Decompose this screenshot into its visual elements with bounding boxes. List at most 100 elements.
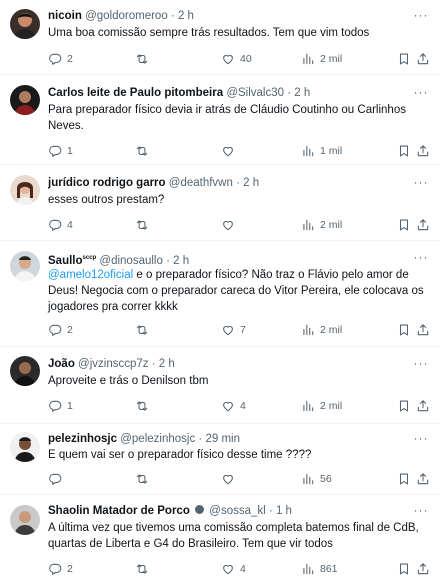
- like-icon: [221, 323, 235, 337]
- retweet-button[interactable]: [135, 321, 154, 339]
- avatar[interactable]: [10, 251, 40, 281]
- action-bar: 1 1 mil: [48, 142, 428, 160]
- reply-button[interactable]: 2: [48, 50, 73, 68]
- separator: ·: [166, 254, 170, 266]
- like-button[interactable]: 7: [221, 321, 246, 339]
- views-button[interactable]: 861: [301, 560, 338, 578]
- views-button[interactable]: 2 mil: [301, 216, 342, 234]
- reply-button[interactable]: 1: [48, 142, 73, 160]
- like-button[interactable]: 4: [221, 560, 246, 578]
- timestamp[interactable]: 29 min: [205, 433, 240, 445]
- retweet-button[interactable]: [135, 470, 154, 488]
- separator: ·: [287, 87, 292, 99]
- bookmark-button[interactable]: [397, 50, 411, 68]
- more-icon[interactable]: ···: [412, 9, 430, 25]
- mention-link[interactable]: @amelo12oficial: [48, 269, 133, 281]
- share-button[interactable]: [416, 50, 430, 68]
- handle[interactable]: @dinosaullo: [99, 255, 162, 266]
- like-button[interactable]: 40: [221, 50, 252, 68]
- bookmark-button[interactable]: [397, 216, 411, 234]
- tweet-header: jurídico rodrigo garro @deathfvwn · 2 h: [48, 175, 410, 191]
- bookmark-icon: [397, 323, 411, 337]
- share-button[interactable]: [416, 560, 430, 578]
- tweet-header: Shaolin Matador de Porco @sossa_kl · 1 h: [48, 503, 410, 519]
- reply-tweet-juridico[interactable]: jurídico rodrigo garro @deathfvwn · 2 h …: [0, 165, 440, 241]
- bookmark-button[interactable]: [397, 397, 411, 415]
- retweet-button[interactable]: [135, 216, 154, 234]
- reply-tweet-carlos[interactable]: Carlos leite de Paulo pitombeira @Silval…: [0, 75, 440, 165]
- reply-tweet-nicoin[interactable]: nicoin @goldoromeroo · 2 h ··· Uma boa c…: [0, 0, 440, 75]
- bookmark-button[interactable]: [397, 470, 411, 488]
- timestamp[interactable]: 2 h: [178, 10, 194, 22]
- views-button[interactable]: 2 mil: [301, 50, 342, 68]
- reply-button[interactable]: 2: [48, 560, 73, 578]
- retweet-button[interactable]: [135, 560, 154, 578]
- reply-tweet-pelezinhosjc[interactable]: pelezinhosjc @pelezinhosjc · 29 min ··· …: [0, 424, 440, 495]
- like-icon: [221, 218, 235, 232]
- tweet-header: nicoin @goldoromeroo · 2 h: [48, 8, 410, 24]
- more-icon[interactable]: ···: [412, 86, 430, 102]
- handle[interactable]: @pelezinhosjc: [120, 433, 195, 445]
- reply-button[interactable]: 1: [48, 397, 73, 415]
- share-button[interactable]: [416, 397, 430, 415]
- views-icon: [301, 323, 315, 337]
- views-button[interactable]: 2 mil: [301, 321, 342, 339]
- display-name[interactable]: nicoin: [48, 10, 82, 22]
- bookmark-button[interactable]: [397, 321, 411, 339]
- more-icon[interactable]: ···: [412, 432, 430, 448]
- avatar[interactable]: [10, 175, 40, 205]
- more-icon[interactable]: ···: [412, 504, 430, 520]
- views-button[interactable]: 56: [301, 470, 332, 488]
- display-name[interactable]: Saullo: [48, 255, 83, 266]
- share-button[interactable]: [416, 216, 430, 234]
- retweet-button[interactable]: [135, 142, 154, 160]
- reply-button[interactable]: [48, 470, 67, 488]
- share-button[interactable]: [416, 470, 430, 488]
- handle[interactable]: @deathfvwn: [169, 177, 233, 189]
- avatar[interactable]: [10, 356, 40, 386]
- handle[interactable]: @sossa_kl: [209, 505, 265, 517]
- avatar[interactable]: [10, 432, 40, 462]
- avatar[interactable]: [10, 85, 40, 115]
- reply-count: 4: [67, 219, 73, 231]
- like-button[interactable]: [221, 142, 240, 160]
- share-button[interactable]: [416, 321, 430, 339]
- timestamp[interactable]: 2 h: [294, 87, 310, 99]
- reply-tweet-shaolin[interactable]: Shaolin Matador de Porco @sossa_kl · 1 h…: [0, 495, 440, 581]
- reply-tweet-saullo[interactable]: Saullosccp @dinosaullo · 2 h ··· @amelo1…: [0, 241, 440, 347]
- reply-button[interactable]: 4: [48, 216, 73, 234]
- reply-tweet-joao[interactable]: João @jvzinsccp7z · 2 h ··· Aproveite e …: [0, 347, 440, 424]
- avatar[interactable]: [10, 9, 40, 39]
- like-button[interactable]: [221, 216, 240, 234]
- more-icon[interactable]: ···: [412, 251, 430, 267]
- more-icon[interactable]: ···: [412, 176, 430, 192]
- timestamp[interactable]: 1 h: [276, 505, 292, 517]
- share-button[interactable]: [416, 142, 430, 160]
- views-button[interactable]: 1 mil: [301, 142, 342, 160]
- more-icon[interactable]: ···: [412, 357, 430, 373]
- display-name[interactable]: Carlos leite de Paulo pitombeira: [48, 87, 223, 99]
- tweet-header: Carlos leite de Paulo pitombeira @Silval…: [48, 85, 410, 101]
- like-button[interactable]: 4: [221, 397, 246, 415]
- display-name[interactable]: João: [48, 358, 75, 370]
- views-button[interactable]: 2 mil: [301, 397, 342, 415]
- reply-icon: [48, 323, 62, 337]
- like-button[interactable]: [221, 470, 240, 488]
- bookmark-button[interactable]: [397, 142, 411, 160]
- reply-button[interactable]: 2: [48, 321, 73, 339]
- handle[interactable]: @jvzinsccp7z: [78, 358, 148, 370]
- display-name[interactable]: pelezinhosjc: [48, 433, 117, 445]
- display-name[interactable]: Shaolin Matador de Porco: [48, 505, 190, 517]
- bookmark-button[interactable]: [397, 560, 411, 578]
- retweet-button[interactable]: [135, 50, 154, 68]
- handle[interactable]: @goldoromeroo: [85, 10, 168, 22]
- action-bar: 2 4 861: [48, 560, 428, 578]
- handle[interactable]: @Silvalc30: [226, 87, 284, 99]
- separator: ·: [151, 358, 156, 370]
- retweet-button[interactable]: [135, 397, 154, 415]
- timestamp[interactable]: 2 h: [159, 358, 175, 370]
- timestamp[interactable]: 2 h: [173, 255, 189, 266]
- avatar[interactable]: [10, 505, 40, 535]
- timestamp[interactable]: 2 h: [243, 177, 259, 189]
- display-name[interactable]: jurídico rodrigo garro: [48, 177, 166, 189]
